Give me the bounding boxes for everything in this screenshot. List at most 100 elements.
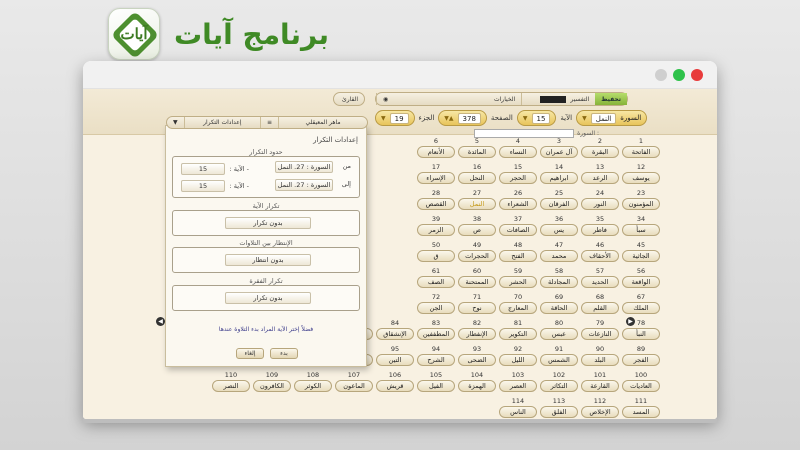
reciter-name[interactable]: ماهر المعيقلي <box>278 117 367 128</box>
surah-item[interactable]: 47 محمد <box>540 241 578 262</box>
surah-item[interactable]: 35 فاطر <box>581 215 619 236</box>
from-sura-field[interactable]: السورة : 27. النمل <box>275 161 333 173</box>
surah-item[interactable]: 92 الليل <box>499 345 537 366</box>
window-close-button[interactable] <box>691 69 703 81</box>
surah-button[interactable]: الصافات <box>499 224 537 236</box>
surah-item[interactable]: 49 الحجرات <box>458 241 496 262</box>
surah-button[interactable]: الشعراء <box>499 198 537 210</box>
surah-item[interactable]: 80 عبس <box>540 319 578 340</box>
surah-item[interactable]: 36 يس <box>540 215 578 236</box>
surah-button[interactable]: المعارج <box>499 302 537 314</box>
surah-item[interactable]: 38 ص <box>458 215 496 236</box>
surah-item[interactable]: 70 المعارج <box>499 293 537 314</box>
surah-button[interactable]: الممتحنة <box>458 276 496 288</box>
surah-button[interactable]: البقرة <box>581 146 619 158</box>
surah-button[interactable]: القصص <box>417 198 455 210</box>
surah-button[interactable]: التكاثر <box>540 380 578 392</box>
surah-item[interactable]: 67 الملك <box>622 293 660 314</box>
surah-button[interactable]: يس <box>540 224 578 236</box>
surah-button[interactable]: القارعة <box>581 380 619 392</box>
aya-dropdown-icon[interactable]: ▼ <box>523 115 528 122</box>
surah-item[interactable]: 58 المجادلة <box>540 267 578 288</box>
surah-button[interactable]: الجاثية <box>622 250 660 262</box>
surah-button[interactable]: الفرقان <box>540 198 578 210</box>
surah-item[interactable]: 59 الحشر <box>499 267 537 288</box>
surah-button[interactable]: ق <box>417 250 455 262</box>
surah-button[interactable]: النازعات <box>581 328 619 340</box>
cancel-button[interactable]: إلغاء <box>236 348 264 359</box>
surah-button[interactable]: الشرح <box>417 354 455 366</box>
surah-item[interactable]: 113 الفلق <box>540 397 578 418</box>
recite-tab[interactable]: تحفيظ <box>595 93 627 105</box>
surah-item[interactable]: 95 التين <box>376 345 414 366</box>
start-button[interactable]: بدء <box>270 348 298 359</box>
aya-selector[interactable]: 15 ▼ <box>516 110 557 126</box>
tafsir-tab[interactable]: التفسير <box>521 93 595 105</box>
surah-button[interactable]: محمد <box>540 250 578 262</box>
surah-item[interactable]: 111 المسد <box>622 397 660 418</box>
surah-button[interactable]: الإنفطار <box>458 328 496 340</box>
settings-menu-icon[interactable]: ▼ <box>167 117 184 128</box>
surah-item[interactable]: 14 ابراهيم <box>540 163 578 184</box>
sura-dropdown-icon[interactable]: ▼ <box>582 115 587 122</box>
eye-icon[interactable]: ◉ <box>383 96 388 103</box>
from-aya-field[interactable]: 15 <box>181 163 225 175</box>
page-selector[interactable]: 378 ▲▼ <box>438 110 487 126</box>
surah-item[interactable]: 71 نوح <box>458 293 496 314</box>
surah-button[interactable]: النور <box>581 198 619 210</box>
surah-button[interactable]: الفلق <box>540 406 578 418</box>
passage-repeat-select[interactable]: بدون تكرار <box>225 292 311 304</box>
surah-item[interactable]: 107 الماعون <box>335 371 373 392</box>
to-sura-field[interactable]: السورة : 27. النمل <box>275 179 333 191</box>
surah-button[interactable]: المائدة <box>458 146 496 158</box>
surah-button[interactable]: الحديد <box>581 276 619 288</box>
choices-menu[interactable]: الخيارات ◉ <box>376 93 521 105</box>
surah-button[interactable]: القلم <box>581 302 619 314</box>
surah-item[interactable]: 13 الرعد <box>581 163 619 184</box>
surah-item[interactable]: 6 الأنعام <box>417 137 455 158</box>
surah-item[interactable]: 110 النصر <box>212 371 250 392</box>
surah-item[interactable]: 84 الإنشقاق <box>376 319 414 340</box>
surah-button[interactable]: التكوير <box>499 328 537 340</box>
surah-button[interactable]: الحشر <box>499 276 537 288</box>
surah-button[interactable]: النبأ <box>622 328 660 340</box>
surah-item[interactable]: 39 الزمر <box>417 215 455 236</box>
surah-button[interactable]: الكافرون <box>253 380 291 392</box>
surah-item[interactable]: 37 الصافات <box>499 215 537 236</box>
surah-item[interactable]: 89 الفجر <box>622 345 660 366</box>
surah-item[interactable]: 90 البلد <box>581 345 619 366</box>
surah-button[interactable]: الهمزة <box>458 380 496 392</box>
wait-select[interactable]: بدون انتظار <box>225 254 311 266</box>
surah-item[interactable]: 108 الكوثر <box>294 371 332 392</box>
reciter-label[interactable]: القارئ <box>336 93 364 105</box>
surah-item[interactable]: 3 آل عمران <box>540 137 578 158</box>
surah-item[interactable]: 12 يوسف <box>622 163 660 184</box>
surah-item[interactable]: 56 الواقعة <box>622 267 660 288</box>
surah-item[interactable]: 25 الفرقان <box>540 189 578 210</box>
surah-button[interactable]: الضحى <box>458 354 496 366</box>
surah-button[interactable]: الملك <box>622 302 660 314</box>
surah-item[interactable]: 101 القارعة <box>581 371 619 392</box>
surah-button[interactable]: الإخلاص <box>581 406 619 418</box>
surah-item[interactable]: 16 النحل <box>458 163 496 184</box>
surah-item[interactable]: 4 النساء <box>499 137 537 158</box>
surah-button[interactable]: النساء <box>499 146 537 158</box>
surah-button[interactable]: الرعد <box>581 172 619 184</box>
surah-button[interactable]: ص <box>458 224 496 236</box>
next-arrow-icon[interactable]: ▶ <box>626 317 635 326</box>
surah-button[interactable]: فاطر <box>581 224 619 236</box>
surah-button[interactable]: الليل <box>499 354 537 366</box>
surah-button[interactable]: الفتح <box>499 250 537 262</box>
surah-button[interactable]: المجادلة <box>540 276 578 288</box>
surah-item[interactable]: 23 المؤمنون <box>622 189 660 210</box>
surah-button[interactable]: الحجرات <box>458 250 496 262</box>
surah-button[interactable]: المسد <box>622 406 660 418</box>
surah-button[interactable]: النصر <box>212 380 250 392</box>
surah-button[interactable]: النحل <box>458 172 496 184</box>
surah-button[interactable]: البلد <box>581 354 619 366</box>
surah-button[interactable]: الحجر <box>499 172 537 184</box>
surah-item[interactable]: 24 النور <box>581 189 619 210</box>
surah-item[interactable]: 17 الإسراء <box>417 163 455 184</box>
surah-button[interactable]: يوسف <box>622 172 660 184</box>
surah-item[interactable]: 1 الفاتحة <box>622 137 660 158</box>
